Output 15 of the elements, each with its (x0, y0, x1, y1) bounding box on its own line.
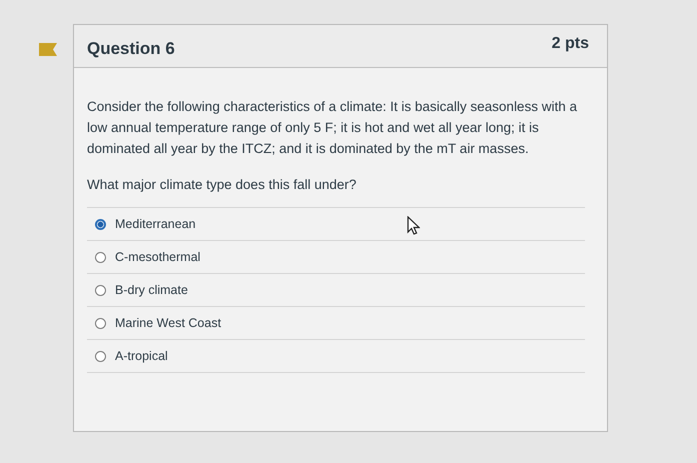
answer-label[interactable]: A-tropical (115, 349, 168, 363)
radio-button[interactable] (95, 350, 106, 362)
answer-label[interactable]: B-dry climate (115, 283, 188, 297)
radio-button[interactable] (95, 318, 106, 328)
answer-label[interactable]: C-mesothermal (115, 250, 200, 264)
answer-label[interactable]: Mediterranean (115, 217, 196, 231)
radio-button[interactable] (95, 252, 106, 262)
cursor-icon (407, 216, 420, 235)
answer-label[interactable]: Marine West Coast (115, 316, 222, 330)
question-text: Consider the following characteristics of a climate: It is basically seasonless with a low annual temperature range of only 5 F; it is hot and wet all year long; it is dominated all year by the ITCZ; and it is dominated by the mT air masses. (87, 98, 578, 158)
question-text: What major climate type does this fall under? (87, 174, 585, 208)
points-label: 2 pts (552, 35, 589, 54)
radio-button[interactable] (95, 218, 106, 230)
radio-button[interactable] (95, 284, 106, 296)
question-title: Question 6 (87, 39, 175, 60)
